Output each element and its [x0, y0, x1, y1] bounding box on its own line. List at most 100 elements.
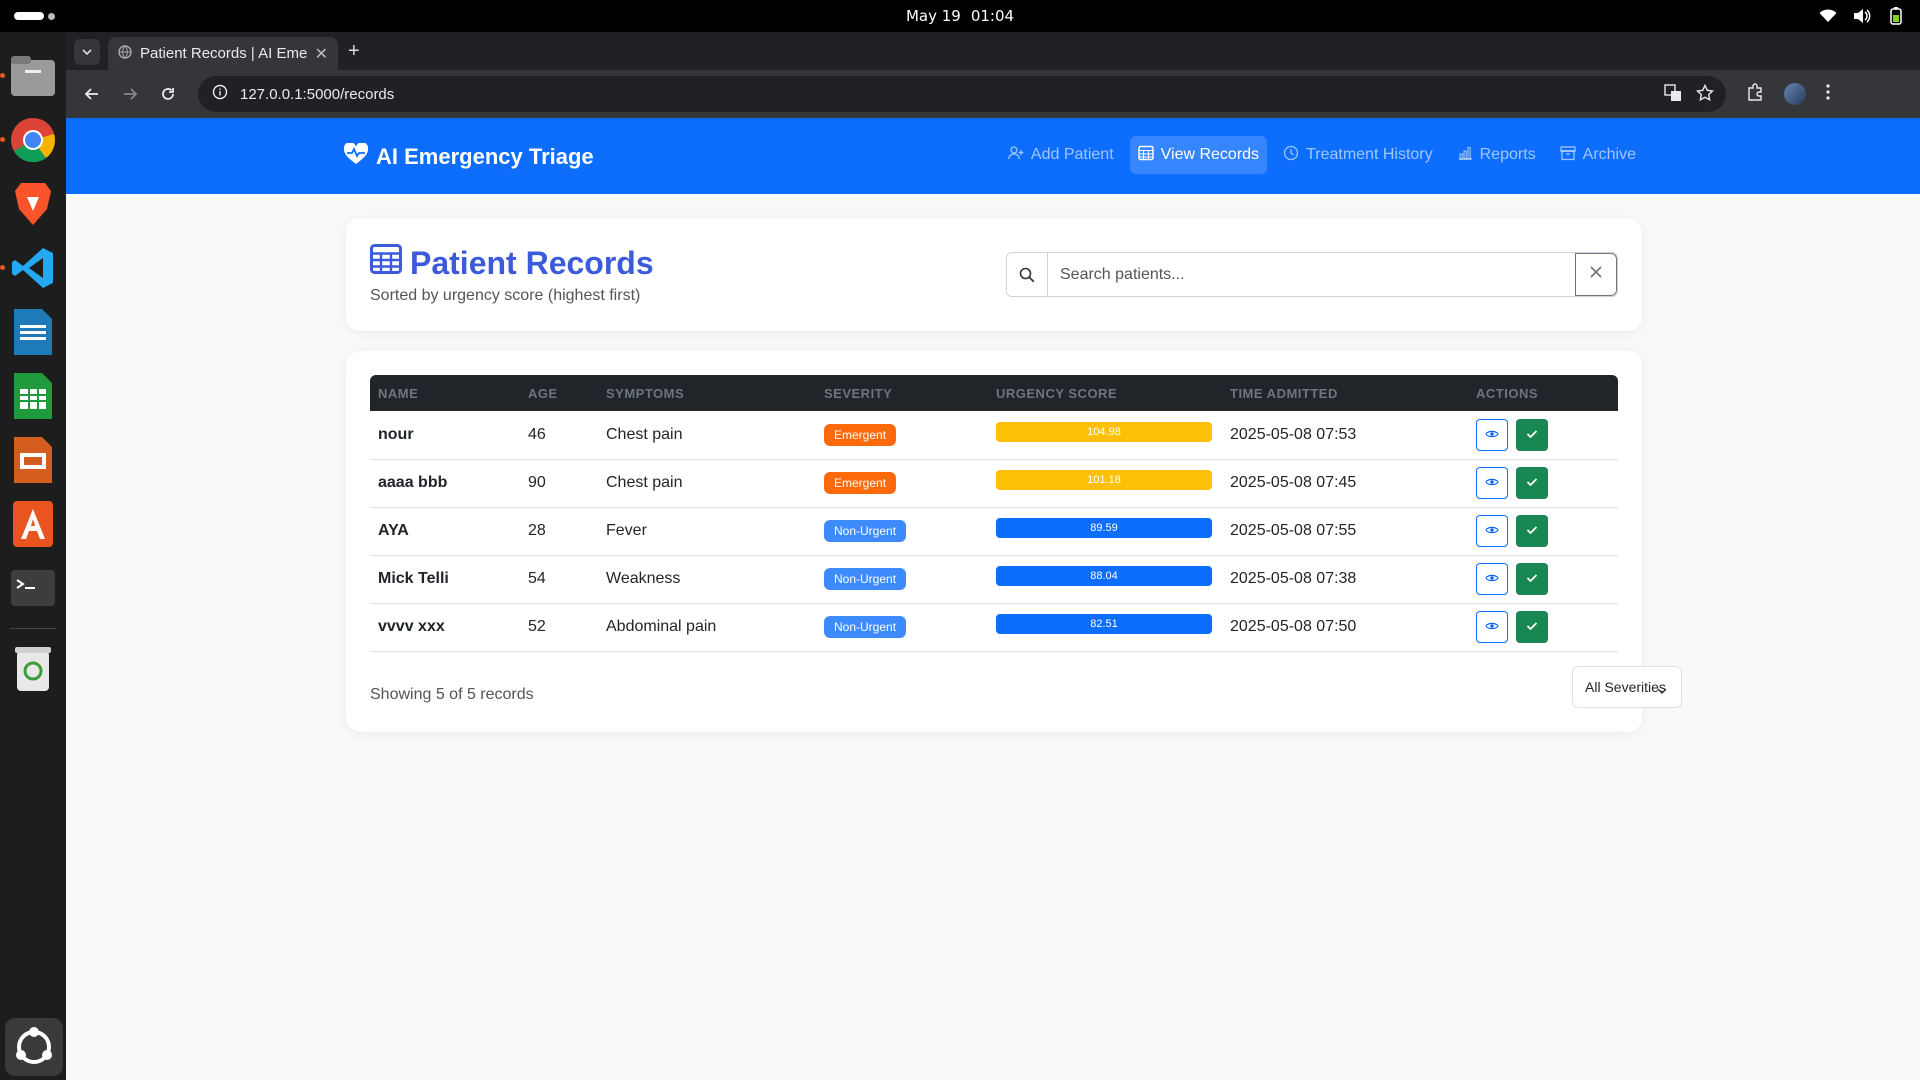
app-brand[interactable]: AI Emergency Triage — [343, 142, 594, 171]
col-urgency-score[interactable]: URGENCY SCORE — [988, 375, 1222, 411]
page-title-text: Patient Records — [410, 244, 654, 281]
site-info-icon[interactable] — [212, 84, 228, 104]
mark-treated-button[interactable] — [1516, 611, 1548, 643]
activities-button[interactable] — [14, 12, 55, 20]
table-icon — [370, 244, 402, 282]
browser-window: Patient Records | AI Eme ✕ + 127.0.0.1:5… — [66, 32, 1920, 1080]
globe-icon — [118, 44, 132, 63]
records-header-card: Patient Records Sorted by urgency score … — [346, 218, 1642, 331]
brave-icon[interactable] — [9, 180, 57, 228]
impress-icon[interactable] — [9, 436, 57, 484]
profile-avatar[interactable] — [1784, 83, 1806, 105]
trash-icon[interactable] — [9, 645, 57, 693]
browser-toolbar: 127.0.0.1:5000/records — [66, 70, 1920, 118]
nav-treatment-history-label: Treatment History — [1306, 146, 1433, 163]
col-time-admitted[interactable]: TIME ADMITTED — [1222, 375, 1468, 411]
severity-filter-value: All Severities — [1585, 679, 1666, 695]
tab-search-button[interactable] — [74, 39, 100, 65]
severity-badge: Non-Urgent — [824, 568, 907, 590]
extensions-icon[interactable] — [1746, 82, 1764, 106]
view-button[interactable] — [1476, 515, 1508, 547]
calc-icon[interactable] — [9, 372, 57, 420]
browser-tab[interactable]: Patient Records | AI Eme ✕ — [108, 37, 338, 70]
view-button[interactable] — [1476, 418, 1508, 451]
table-header-row: NAME AGE SYMPTOMS SEVERITY URGENCY SCORE… — [370, 375, 1618, 411]
volume-icon[interactable] — [1852, 6, 1872, 26]
table-row[interactable]: vvvv xxx 52 Abdominal pain Non-Urgent 82… — [370, 603, 1618, 652]
mark-treated-button[interactable] — [1516, 418, 1548, 451]
mark-treated-button[interactable] — [1516, 563, 1548, 595]
dock-separator — [10, 628, 56, 629]
nav-view-records[interactable]: View Records — [1129, 136, 1268, 174]
col-severity[interactable]: SEVERITY — [816, 375, 988, 411]
table-row[interactable]: Mick Telli 54 Weakness Non-Urgent 88.04 … — [370, 555, 1618, 604]
tab-strip: Patient Records | AI Eme ✕ + — [66, 32, 1920, 70]
col-name[interactable]: NAME — [370, 375, 520, 411]
ubuntu-dock — [0, 32, 66, 1080]
show-apps-icon[interactable] — [5, 1018, 63, 1076]
nav-archive-label: Archive — [1582, 146, 1636, 163]
back-button[interactable] — [76, 78, 108, 110]
vscode-icon[interactable] — [0, 244, 57, 292]
forward-button[interactable] — [114, 78, 146, 110]
severity-badge: Emergent — [824, 472, 897, 494]
mark-treated-button[interactable] — [1516, 467, 1548, 499]
view-button[interactable] — [1476, 563, 1508, 595]
nav-links: Add Patient View Records Treatment Histo… — [1000, 136, 1644, 174]
wifi-icon[interactable] — [1818, 6, 1838, 26]
files-icon[interactable] — [0, 52, 57, 100]
patient-name: nour — [370, 411, 520, 460]
table-row[interactable]: nour 46 Chest pain Emergent 104.98 2025-… — [370, 411, 1618, 460]
col-symptoms[interactable]: SYMPTOMS — [598, 375, 816, 411]
patient-symptoms: Fever — [598, 507, 816, 556]
patient-symptoms: Weakness — [598, 555, 816, 604]
nav-reports[interactable]: Reports — [1449, 136, 1544, 174]
page-title: Patient Records — [370, 244, 654, 282]
tab-close-icon[interactable]: ✕ — [315, 44, 328, 64]
search-input[interactable] — [1048, 253, 1575, 296]
col-actions: ACTIONS — [1476, 385, 1538, 401]
eye-icon — [1485, 474, 1499, 492]
chrome-icon[interactable] — [0, 116, 57, 164]
severity-filter-select[interactable]: All Severities — [1572, 666, 1682, 708]
time-admitted: 2025-05-08 07:50 — [1222, 603, 1468, 652]
nav-treatment-history[interactable]: Treatment History — [1275, 136, 1441, 174]
writer-icon[interactable] — [9, 308, 57, 356]
address-bar[interactable]: 127.0.0.1:5000/records — [198, 76, 1726, 112]
bookmark-star-icon[interactable] — [1695, 83, 1715, 106]
mark-treated-button[interactable] — [1516, 515, 1548, 547]
table-row[interactable]: AYA 28 Fever Non-Urgent 89.59 2025-05-08… — [370, 507, 1618, 556]
translate-icon[interactable] — [1664, 84, 1682, 106]
heart-pulse-icon — [343, 142, 369, 171]
records-table: NAME AGE SYMPTOMS SEVERITY URGENCY SCORE… — [370, 375, 1618, 652]
bar-chart-icon — [1457, 145, 1473, 166]
reload-button[interactable] — [152, 78, 184, 110]
search-group — [1006, 252, 1618, 297]
view-button[interactable] — [1476, 611, 1508, 643]
nav-add-patient[interactable]: Add Patient — [1000, 136, 1122, 174]
check-icon — [1526, 618, 1538, 636]
col-age[interactable]: AGE — [520, 375, 598, 411]
system-clock[interactable]: May 19 01:04 — [906, 7, 1014, 25]
battery-icon[interactable] — [1886, 6, 1906, 26]
terminal-icon[interactable] — [9, 564, 57, 612]
url-text: 127.0.0.1:5000/records — [240, 85, 395, 103]
chevron-down-icon — [1657, 681, 1667, 697]
severity-badge: Emergent — [824, 423, 897, 446]
check-icon — [1526, 522, 1538, 540]
nav-archive[interactable]: Archive — [1552, 136, 1644, 174]
view-button[interactable] — [1476, 467, 1508, 499]
eye-icon — [1485, 426, 1499, 444]
severity-badge: Non-Urgent — [824, 520, 907, 542]
clear-search-button[interactable] — [1575, 253, 1617, 296]
urgency-bar: 89.59 — [996, 518, 1212, 538]
patient-name: vvvv xxx — [370, 603, 520, 652]
check-icon — [1526, 570, 1538, 588]
table-row[interactable]: aaaa bbb 90 Chest pain Emergent 101.18 2… — [370, 459, 1618, 508]
menu-kebab-icon[interactable] — [1826, 83, 1830, 105]
nav-reports-label: Reports — [1479, 146, 1536, 163]
new-tab-button[interactable]: + — [348, 40, 360, 63]
patient-age: 28 — [520, 507, 598, 556]
time-admitted: 2025-05-08 07:45 — [1222, 459, 1468, 508]
app-center-icon[interactable] — [9, 500, 57, 548]
